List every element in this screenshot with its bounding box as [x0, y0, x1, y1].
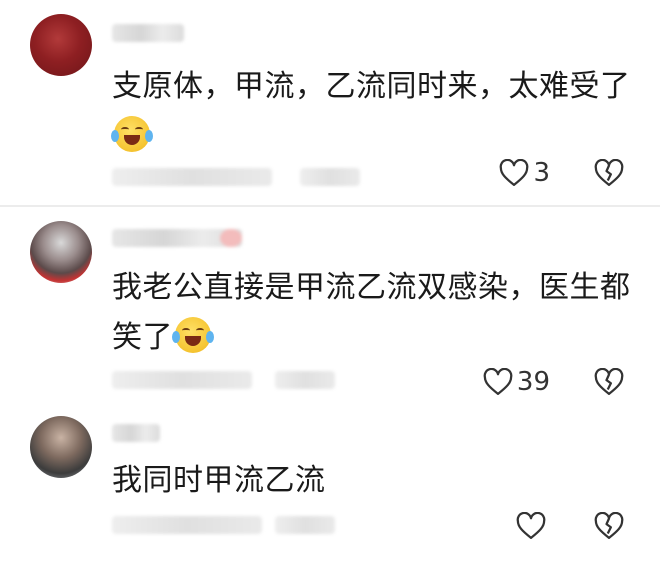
broken-heart-icon — [594, 368, 624, 395]
username-blurred[interactable] — [112, 24, 184, 42]
heart-outline-icon — [500, 159, 529, 186]
like-count: 39 — [516, 367, 550, 397]
like-count: 3 — [533, 158, 550, 188]
broken-heart-icon — [594, 159, 624, 186]
comment-text: 我老公直接是甲流乙流双感染，医生都笑了 — [112, 263, 632, 363]
comment-text: 我同时甲流乙流 — [112, 456, 632, 506]
comment-body: 支原体，甲流，乙流同时来，太难受了 — [112, 69, 631, 104]
comment-meta-blurred — [112, 371, 252, 389]
like-button[interactable]: 39 — [483, 367, 550, 397]
comment-actions: 39 — [483, 367, 624, 397]
avatar[interactable] — [30, 14, 92, 76]
like-button[interactable] — [516, 512, 550, 540]
heart-outline-icon — [516, 512, 546, 539]
dislike-button[interactable] — [594, 159, 624, 187]
avatar[interactable] — [30, 416, 92, 478]
comment-meta-blurred — [112, 516, 262, 534]
comment-item: 我同时甲流乙流 — [0, 412, 660, 567]
comment-actions: 3 — [499, 158, 624, 188]
crying-laughing-emoji-icon — [172, 317, 214, 353]
comment-body: 我同时甲流乙流 — [112, 463, 326, 498]
comment-text: 支原体，甲流，乙流同时来，太难受了 — [111, 62, 632, 162]
dislike-button[interactable] — [594, 512, 624, 540]
crying-laughing-emoji-icon — [111, 116, 153, 152]
broken-heart-icon — [594, 512, 624, 539]
reply-button-blurred[interactable] — [275, 371, 335, 389]
heart-outline-icon — [483, 368, 513, 395]
reply-button-blurred[interactable] — [275, 516, 335, 534]
comment-item: 支原体，甲流，乙流同时来，太难受了 3 — [0, 0, 660, 205]
avatar[interactable] — [30, 221, 92, 283]
comment-meta-blurred — [112, 168, 272, 186]
reply-button-blurred[interactable] — [300, 168, 360, 186]
comment-item: 我老公直接是甲流乙流双感染，医生都笑了 39 — [0, 207, 660, 412]
username-blurred[interactable] — [112, 424, 160, 442]
username-blurred[interactable] — [112, 229, 242, 247]
comment-actions — [516, 512, 624, 540]
dislike-button[interactable] — [594, 368, 624, 396]
like-button[interactable]: 3 — [499, 158, 550, 188]
